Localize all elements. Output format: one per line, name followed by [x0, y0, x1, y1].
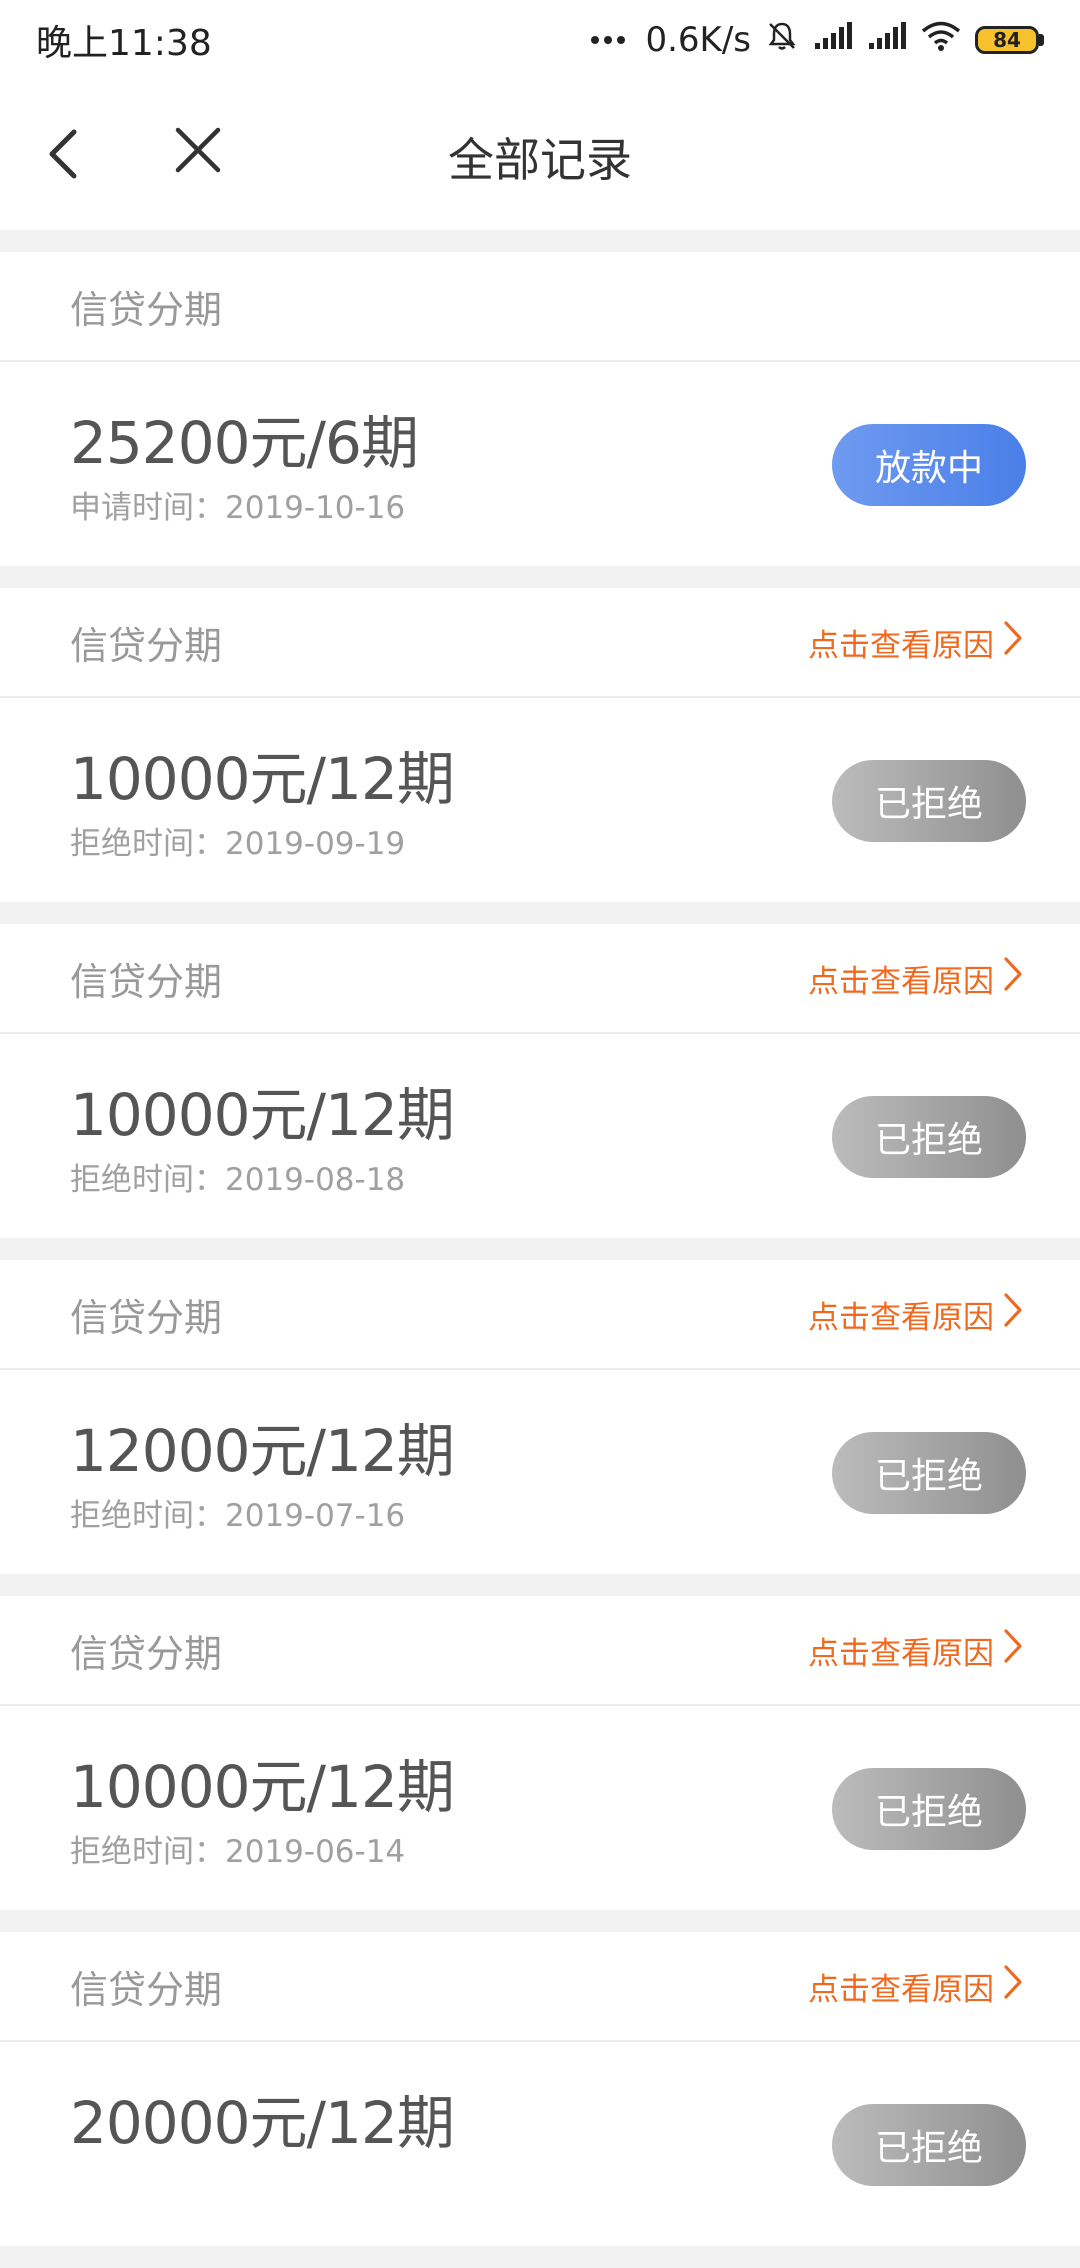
status-icons: 0.6K/s 84	[591, 19, 1044, 62]
record-body: 10000元/12期 拒绝时间：2019-06-14 已拒绝	[0, 1706, 1080, 1910]
record-card[interactable]: 信贷分期 点击查看原因 20000元/12期 已拒绝	[0, 1932, 1080, 2246]
view-reason-label: 点击查看原因	[808, 963, 994, 1000]
status-badge[interactable]: 放款中	[832, 424, 1026, 506]
record-amount: 12000元/12期	[70, 1417, 455, 1485]
record-date: 拒绝时间：2019-09-19	[70, 826, 406, 862]
more-dots-icon	[591, 36, 626, 44]
page-title: 全部记录	[448, 133, 632, 187]
record-header: 信贷分期 点击查看原因	[0, 924, 1080, 1034]
status-badge[interactable]: 已拒绝	[832, 1432, 1026, 1514]
records-list: 信贷分期 25200元/6期 申请时间：2019-10-16 放款中 信贷分期 …	[0, 252, 1080, 2268]
view-reason-label: 点击查看原因	[808, 1299, 994, 1336]
battery-icon: 84	[975, 26, 1044, 54]
chevron-right-icon	[1002, 956, 1024, 1000]
record-header: 信贷分期	[0, 252, 1080, 362]
record-body: 10000元/12期 拒绝时间：2019-08-18 已拒绝	[0, 1034, 1080, 1238]
record-date: 拒绝时间：2019-06-14	[70, 1834, 406, 1870]
record-card[interactable]: 信贷分期 点击查看原因 10000元/12期 拒绝时间：2019-09-19 已…	[0, 588, 1080, 902]
header: 全部记录	[0, 80, 1080, 230]
record-body: 12000元/12期 拒绝时间：2019-07-16 已拒绝	[0, 1370, 1080, 1574]
record-type: 信贷分期	[70, 287, 223, 332]
chevron-right-icon	[1002, 620, 1024, 664]
wifi-icon	[921, 20, 961, 61]
view-reason-link[interactable]: 点击查看原因	[808, 1964, 1024, 2009]
record-date: 拒绝时间：2019-07-16	[70, 1498, 406, 1534]
record-type: 信贷分期	[70, 623, 223, 668]
record-type: 信贷分期	[70, 959, 223, 1004]
record-header: 信贷分期 点击查看原因	[0, 1932, 1080, 2042]
chevron-right-icon	[1002, 1292, 1024, 1336]
record-amount: 20000元/12期	[70, 2089, 455, 2157]
battery-level: 84	[975, 26, 1039, 54]
record-amount: 25200元/6期	[70, 409, 419, 477]
status-bar: 晚上11:38 0.6K/s 84	[0, 0, 1080, 80]
record-date: 拒绝时间：2019-08-18	[70, 1162, 406, 1198]
record-body: 10000元/12期 拒绝时间：2019-09-19 已拒绝	[0, 698, 1080, 902]
mute-bell-icon	[765, 19, 799, 62]
chevron-right-icon	[1002, 1628, 1024, 1672]
view-reason-link[interactable]: 点击查看原因	[808, 1292, 1024, 1337]
record-card[interactable]: 信贷分期 点击查看原因 12000元/12期 拒绝时间：2019-07-16 已…	[0, 1260, 1080, 1574]
status-badge[interactable]: 已拒绝	[832, 1096, 1026, 1178]
status-badge[interactable]: 已拒绝	[832, 1768, 1026, 1850]
view-reason-link[interactable]: 点击查看原因	[808, 620, 1024, 665]
view-reason-label: 点击查看原因	[808, 627, 994, 664]
view-reason-label: 点击查看原因	[808, 1635, 994, 1672]
view-reason-link[interactable]: 点击查看原因	[808, 956, 1024, 1001]
record-type: 信贷分期	[70, 1631, 223, 1676]
status-badge[interactable]: 已拒绝	[832, 2104, 1026, 2186]
record-card[interactable]: 信贷分期 点击查看原因 10000元/12期 拒绝时间：2019-06-14 已…	[0, 1596, 1080, 1910]
record-date: 申请时间：2019-10-16	[70, 490, 406, 526]
record-amount: 10000元/12期	[70, 1081, 455, 1149]
record-card[interactable]: 信贷分期 25200元/6期 申请时间：2019-10-16 放款中	[0, 252, 1080, 566]
record-type: 信贷分期	[70, 1295, 223, 1340]
net-speed: 0.6K/s	[645, 20, 751, 60]
record-type: 信贷分期	[70, 1967, 223, 2012]
record-header: 信贷分期 点击查看原因	[0, 588, 1080, 698]
record-body: 25200元/6期 申请时间：2019-10-16 放款中	[0, 362, 1080, 566]
status-time: 晚上11:38	[36, 23, 212, 64]
signal-icon	[813, 20, 853, 60]
record-header: 信贷分期 点击查看原因	[0, 1260, 1080, 1370]
signal-icon	[867, 20, 907, 60]
chevron-right-icon	[1002, 1964, 1024, 2008]
record-header: 信贷分期 点击查看原因	[0, 1596, 1080, 1706]
record-amount: 10000元/12期	[70, 745, 455, 813]
record-amount: 10000元/12期	[70, 1753, 455, 1821]
view-reason-link[interactable]: 点击查看原因	[808, 1628, 1024, 1673]
status-badge[interactable]: 已拒绝	[832, 760, 1026, 842]
record-card[interactable]: 信贷分期 点击查看原因 10000元/12期 拒绝时间：2019-08-18 已…	[0, 924, 1080, 1238]
record-body: 20000元/12期 已拒绝	[0, 2042, 1080, 2246]
view-reason-label: 点击查看原因	[808, 1971, 994, 2008]
